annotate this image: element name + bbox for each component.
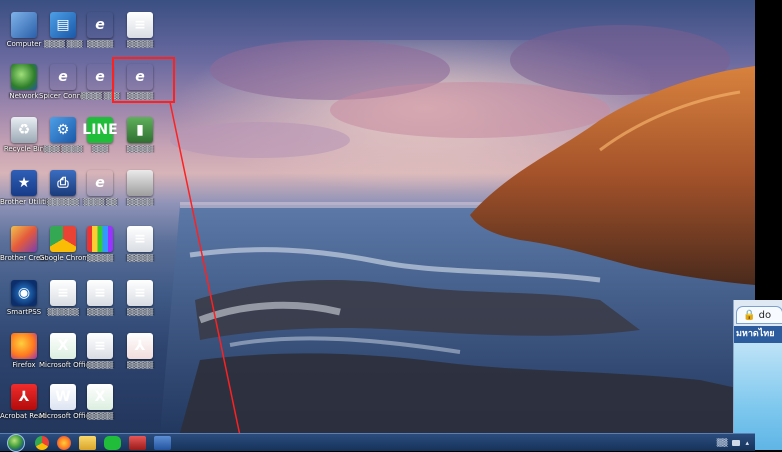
icon-label: ▒▒▒▒▒ [127, 40, 153, 48]
icon-label: ▒▒▒▒▒ [127, 198, 153, 206]
icon-highlight-box [112, 57, 175, 103]
taskbar-line-icon[interactable] [104, 435, 121, 450]
document-icon: ≡ [127, 226, 153, 252]
desktop-icon-doc-4[interactable]: ≡ ▒▒▒▒▒ [116, 12, 164, 48]
ie-shortcut-icon: e [87, 64, 113, 90]
green-app-icon: ▮ [127, 117, 153, 143]
browser-tab[interactable]: 🔒 do [736, 306, 782, 324]
desktop-icon-doc-5[interactable]: ≡ ▒▒▒▒▒ [116, 226, 164, 262]
start-button[interactable] [7, 433, 25, 452]
document-icon: ≡ [87, 333, 113, 359]
browser-tab-text: do [758, 310, 772, 321]
desktop: Computer Network ♻ Recycle Bin ★ Brother… [0, 0, 755, 433]
icon-label: ▒▒▒▒▒ [127, 145, 153, 153]
excel-icon: X [50, 333, 76, 359]
browser-page-header: มหาดไทย [734, 326, 782, 343]
books-icon [87, 226, 113, 252]
ie-shortcut-icon: e [50, 64, 76, 90]
pdf-icon: ⅄ [127, 333, 153, 359]
brother-creative-icon [11, 226, 37, 252]
desktop-icon-pdf[interactable]: ⅄ ▒▒▒▒▒ [116, 333, 164, 369]
network-tray-icon[interactable] [732, 439, 741, 446]
ie-icon: e [87, 12, 113, 38]
firefox-icon [11, 333, 37, 359]
browser-window-fragment[interactable]: 🔒 do มหาดไทย [733, 300, 782, 450]
recycle-bin-icon: ♻ [11, 117, 37, 143]
document-icon: ≡ [127, 280, 153, 306]
app-icon: ▤ [50, 12, 76, 38]
printer-app-icon: ⎙ [50, 170, 76, 196]
settings-app-icon: ⚙ [50, 117, 76, 143]
taskbar-folder-icon[interactable] [79, 435, 96, 450]
taskbar: ▒▒ ▴ [0, 433, 755, 452]
acrobat-icon: ⅄ [11, 384, 37, 410]
system-tray: ▒▒ ▴ [717, 439, 749, 447]
chrome-icon [50, 226, 76, 252]
excel-icon: X [87, 384, 113, 410]
ie-shortcut-icon: e [87, 170, 113, 196]
computer-icon [11, 12, 37, 38]
tray-overflow-icon[interactable]: ▴ [745, 439, 749, 447]
desktop-icon-scanner[interactable]: ▒▒▒▒▒ [116, 170, 164, 206]
desktop-icon-doc-6[interactable]: ≡ ▒▒▒▒▒ [116, 280, 164, 316]
taskbar-window-icon[interactable] [154, 435, 171, 450]
document-icon: ≡ [50, 280, 76, 306]
taskbar-chrome-icon[interactable] [35, 435, 49, 450]
scanner-icon [127, 170, 153, 196]
icon-label: ▒▒▒▒▒ [127, 361, 153, 369]
taskbar-app-icon[interactable] [129, 435, 146, 450]
icon-label: ▒▒▒▒▒ [127, 308, 153, 316]
icon-label: ▒▒▒▒▒ [127, 254, 153, 262]
document-icon: ≡ [127, 12, 153, 38]
desktop-icon-excel-2[interactable]: X ▒▒▒▒▒ [76, 384, 124, 420]
desktop-icon-green-app[interactable]: ▮ ▒▒▒▒▒ [116, 117, 164, 153]
taskbar-firefox-icon[interactable] [57, 435, 71, 450]
network-icon [11, 64, 37, 90]
language-indicator[interactable]: ▒▒ [717, 439, 728, 447]
word-icon: W [50, 384, 76, 410]
brother-utilities-icon: ★ [11, 170, 37, 196]
document-icon: ≡ [87, 280, 113, 306]
icon-label: ▒▒▒▒▒ [87, 412, 113, 420]
line-icon: LINE [82, 117, 118, 143]
smartpss-icon: ◉ [11, 280, 37, 306]
